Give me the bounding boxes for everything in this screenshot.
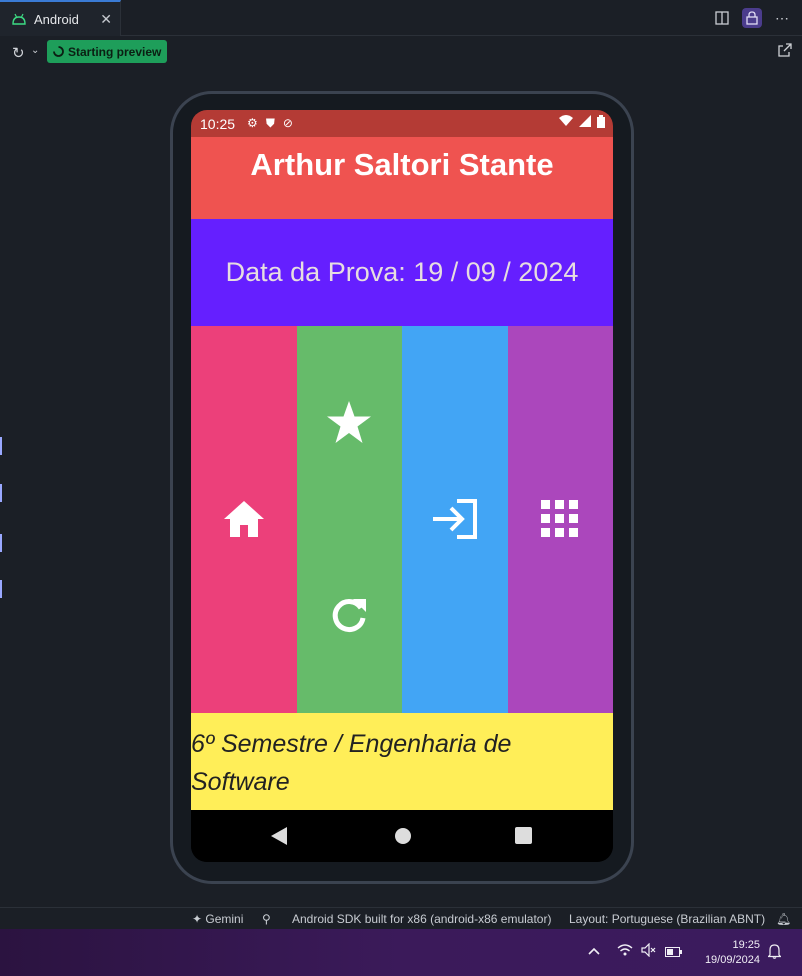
settings-icon: ⚙ [247, 116, 258, 130]
close-icon[interactable]: ✕ [100, 11, 112, 28]
android-status-bar: 10:25 ⚙ ⛊ ⊘ [191, 110, 613, 137]
wifi-icon[interactable] [617, 944, 633, 959]
more-options-icon[interactable]: ⋯ [772, 8, 792, 28]
battery-icon[interactable] [665, 945, 682, 960]
notifications-icon[interactable]: 🔔︎ [776, 912, 791, 926]
lock-icon[interactable] [742, 8, 762, 28]
battery-icon [597, 115, 605, 128]
wifi-icon [559, 115, 573, 126]
clock-time: 19:25 [732, 939, 760, 951]
volume-muted-icon[interactable] [641, 942, 657, 960]
android-icon [12, 13, 26, 25]
android-nav-bar [191, 810, 613, 862]
device-status[interactable]: Android SDK built for x86 (android-x86 e… [292, 912, 551, 926]
app-title: Arthur Saltori Stante [191, 137, 613, 219]
edge-marker [0, 534, 2, 552]
recents-icon[interactable] [515, 827, 532, 844]
column-apps [507, 326, 613, 713]
editor-tab-bar: Android ✕ ⋯ [0, 0, 802, 36]
gemini-status[interactable]: ✦ Gemini [192, 912, 243, 926]
apps-icon[interactable] [541, 500, 579, 538]
icon-columns [191, 326, 613, 713]
home-nav-icon[interactable] [394, 827, 412, 845]
edge-marker [0, 437, 2, 455]
device-screen: 10:25 ⚙ ⛊ ⊘ Arthur Saltori Stante Data d… [191, 110, 613, 862]
edge-marker [0, 484, 2, 502]
gemini-label: Gemini [205, 912, 244, 926]
device-manager-icon[interactable]: ⚲ [262, 912, 271, 926]
refresh-icon[interactable]: ↻ [12, 44, 25, 62]
shield-icon: ⛊ [265, 116, 275, 130]
notification-bell-icon[interactable] [767, 944, 782, 962]
status-time: 10:25 [200, 115, 236, 132]
spinner-icon [53, 46, 64, 57]
os-taskbar: 19:25 19/09/2024 [0, 929, 802, 976]
star-icon[interactable] [326, 400, 372, 444]
login-icon[interactable] [431, 498, 479, 540]
split-view-icon[interactable] [712, 8, 732, 28]
preview-status-label: Starting preview [68, 44, 162, 59]
layout-status[interactable]: Layout: Portuguese (Brazilian ABNT) [569, 912, 765, 926]
back-icon[interactable] [270, 827, 288, 845]
clock-date: 19/09/2024 [704, 954, 760, 966]
edge-marker [0, 580, 2, 598]
semester-text: 6º Semestre / Engenharia de Software [191, 713, 613, 810]
chevron-up-icon[interactable] [588, 943, 600, 958]
column-star-refresh [296, 326, 402, 713]
preview-status-badge: Starting preview [47, 40, 168, 63]
preview-toolbar: ↻ ⌄ Starting preview [0, 36, 802, 68]
column-login [402, 326, 508, 713]
tab-label: Android [34, 11, 79, 27]
exam-date: Data da Prova: 19 / 09 / 2024 [191, 219, 613, 326]
external-link-icon[interactable] [778, 43, 792, 61]
chevron-down-icon[interactable]: ⌄ [31, 45, 39, 56]
column-home [191, 326, 297, 713]
tab-android[interactable]: Android ✕ [0, 0, 121, 36]
home-icon[interactable] [222, 499, 266, 539]
refresh-icon[interactable] [329, 596, 369, 636]
signal-icon [579, 115, 591, 127]
sync-icon: ⊘ [282, 116, 293, 130]
system-clock[interactable]: 19:25 19/09/2024 [705, 938, 760, 968]
ide-status-bar: ✦ Gemini ⚲ Android SDK built for x86 (an… [0, 907, 802, 929]
